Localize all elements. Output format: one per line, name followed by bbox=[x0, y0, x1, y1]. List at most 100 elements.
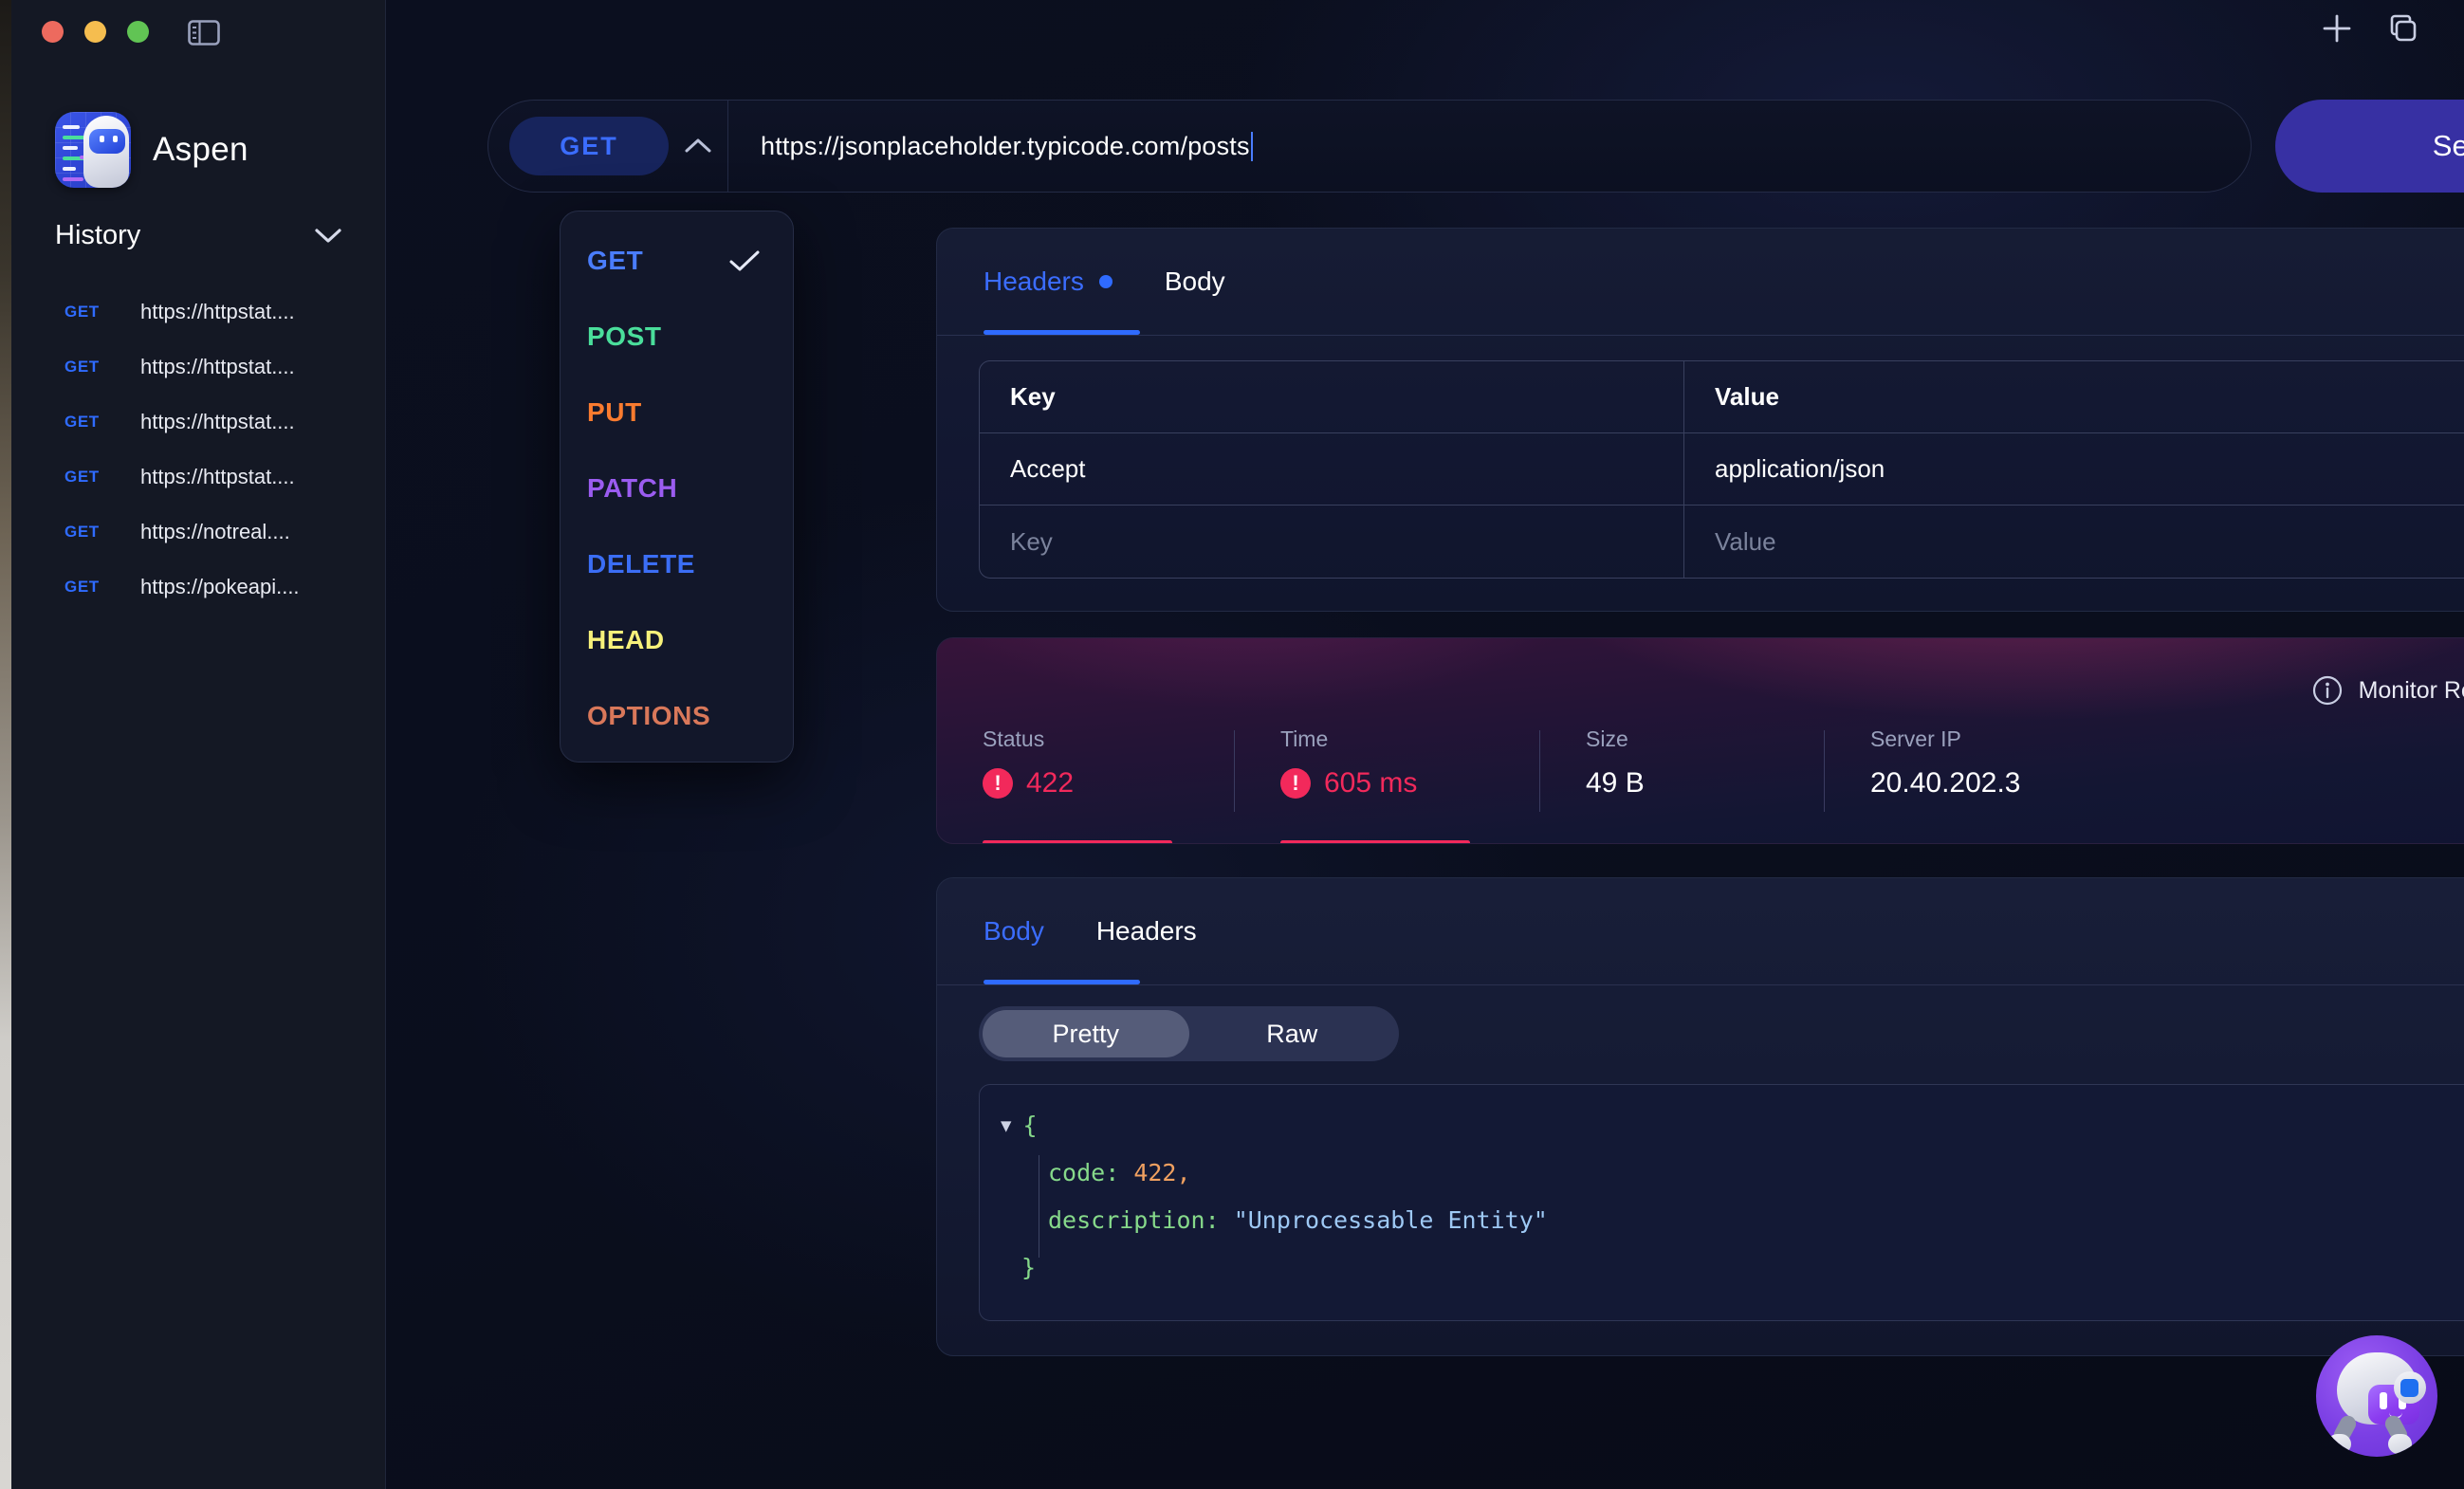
tab-request-body[interactable]: Body bbox=[1165, 229, 1225, 335]
stat-label: Status bbox=[983, 726, 1045, 751]
response-panel: Body Headers Pretty Raw ▼ {code: 422, d… bbox=[936, 877, 2464, 1356]
sidebar: Aspen History GET https://httpstat.... GET… bbox=[11, 0, 386, 1489]
request-panel: Headers Body Key Value Accept applicatio… bbox=[936, 228, 2464, 612]
treblle-link-label: Monitor Request on Treblle › bbox=[2358, 676, 2464, 704]
info-icon bbox=[2312, 675, 2342, 706]
triangle-down-icon[interactable]: ▼ bbox=[1001, 1102, 1011, 1149]
chevron-down-icon[interactable] bbox=[314, 228, 342, 245]
stat-error-bar bbox=[1280, 840, 1470, 843]
history-item[interactable]: GET https://httpstat.... bbox=[11, 450, 386, 505]
code-value: 422, bbox=[1133, 1159, 1191, 1186]
tab-request-headers[interactable]: Headers bbox=[984, 229, 1112, 335]
history-item-url: https://httpstat.... bbox=[140, 410, 295, 433]
stat-value: 49 B bbox=[1586, 767, 1645, 799]
close-window-button[interactable] bbox=[42, 21, 64, 43]
history-item-url: https://httpstat.... bbox=[140, 300, 295, 323]
tab-response-body[interactable]: Body bbox=[984, 878, 1044, 984]
history-item[interactable]: GET https://pokeapi.... bbox=[11, 560, 386, 615]
method-dropdown-menu: GET POST PUT PATCH DELETE HEAD OPTIONS bbox=[560, 211, 794, 763]
app-window: Aspen History GET https://httpstat.... GET… bbox=[11, 0, 2464, 1489]
stat-value: 422 bbox=[1026, 767, 1075, 799]
column-header-key: Key bbox=[980, 361, 1684, 432]
tab-request-headers-label: Headers bbox=[984, 267, 1084, 296]
response-stats: Status! 422 Time ! 605 ms Size 49 B Server IP 20… bbox=[937, 726, 2464, 843]
history-title: History bbox=[55, 220, 141, 250]
new-header-value-input[interactable]: Value bbox=[1684, 506, 2464, 578]
tab-response-headers-label: Headers bbox=[1095, 916, 1197, 946]
table-row[interactable]: Accept application/json bbox=[980, 433, 2464, 506]
history-item[interactable]: GET https://httpstat.... bbox=[11, 395, 386, 450]
stat-value-wrap: ! 422 bbox=[983, 767, 1235, 800]
stat-label: Time bbox=[1280, 726, 1329, 751]
url-input[interactable]: https://jsonplaceholder.typicode.com/pos… bbox=[728, 131, 2251, 161]
code-key: code: bbox=[1048, 1159, 1120, 1186]
history-item-url: https://pokeapi.... bbox=[140, 575, 300, 598]
history-list: GET https://httpstat.... GET https://httpst… bbox=[11, 285, 386, 615]
plus-icon bbox=[2323, 14, 2351, 43]
url-text: https://jsonplaceholder.typicode.com/pos… bbox=[761, 131, 1250, 160]
send-label: Send bbox=[2432, 129, 2464, 162]
history-item[interactable]: GET https://notreal.... bbox=[11, 505, 386, 560]
column-header-value: Value bbox=[1715, 382, 1779, 411]
tab-request-body-label: Body bbox=[1164, 267, 1225, 296]
stat-value-wrap: 49 B bbox=[1586, 767, 1825, 800]
response-toolbar: Pretty Raw bbox=[937, 985, 2464, 1061]
view-mode-pretty[interactable]: Pretty bbox=[983, 1010, 1189, 1057]
code-line-close: } bbox=[1001, 1244, 2464, 1292]
tab-response-headers[interactable]: Headers bbox=[1096, 878, 1197, 984]
method-option-post[interactable]: POST bbox=[561, 299, 793, 375]
stat-server-ip: Server IP 20.40.202.3 bbox=[1825, 726, 2464, 843]
sidebar-toggle-button[interactable] bbox=[176, 15, 231, 49]
history-header[interactable]: History bbox=[55, 220, 342, 251]
method-option-label: HEAD bbox=[587, 625, 665, 654]
monitor-on-treblle-link[interactable]: Monitor Request on Treblle › bbox=[2311, 674, 2464, 707]
active-tab-indicator bbox=[984, 330, 1140, 335]
assistant-button[interactable] bbox=[2316, 1335, 2437, 1457]
method-option-delete[interactable]: DELETE bbox=[561, 526, 793, 602]
history-item[interactable]: GET https://httpstat.... bbox=[11, 285, 386, 340]
app-brand: Aspen bbox=[55, 112, 248, 188]
new-header-key-input[interactable]: Key bbox=[980, 506, 1684, 578]
view-mode-raw[interactable]: Raw bbox=[1189, 1010, 1396, 1057]
table-row[interactable]: Key Value bbox=[980, 506, 2464, 578]
stat-label: Server IP bbox=[1870, 726, 1961, 751]
method-option-patch[interactable]: PATCH bbox=[561, 450, 793, 526]
traffic-lights bbox=[42, 21, 149, 43]
stat-value-wrap: 20.40.202.3 bbox=[1870, 767, 2464, 800]
request-headers-table: Key Value Accept application/json Key Va… bbox=[979, 360, 2464, 579]
method-option-label: PATCH bbox=[587, 473, 678, 503]
response-body-code[interactable]: ▼{ code: 422, description: "Unprocessabl… bbox=[979, 1084, 2464, 1321]
text-cursor bbox=[1250, 131, 1253, 161]
zoom-window-button[interactable] bbox=[127, 21, 149, 43]
history-item-method: GET bbox=[64, 523, 100, 541]
header-key-input[interactable]: Accept bbox=[980, 433, 1684, 505]
checkmark-icon bbox=[729, 250, 760, 271]
method-selector-button[interactable]: GET bbox=[509, 117, 669, 175]
method-option-label: GET bbox=[587, 246, 644, 275]
method-option-label: PUT bbox=[587, 397, 642, 427]
headers-modified-dot-icon bbox=[1098, 275, 1112, 288]
duplicate-window-button[interactable] bbox=[2388, 13, 2418, 48]
stat-size: Size 49 B bbox=[1540, 726, 1825, 843]
method-option-head[interactable]: HEAD bbox=[561, 602, 793, 678]
method-option-put[interactable]: PUT bbox=[561, 375, 793, 450]
code-key: description: bbox=[1048, 1206, 1220, 1234]
method-dropdown-toggle[interactable] bbox=[669, 137, 727, 156]
stat-status: Status! 422 bbox=[937, 726, 1235, 843]
table-header-row: Key Value bbox=[980, 361, 2464, 433]
error-icon: ! bbox=[983, 768, 1013, 799]
header-value-input[interactable]: application/json bbox=[1684, 433, 2464, 505]
request-tabs: Headers Body bbox=[937, 229, 2464, 335]
history-item-method: GET bbox=[64, 578, 100, 596]
method-option-get[interactable]: GET bbox=[561, 223, 793, 299]
stat-value-wrap: ! 605 ms bbox=[1280, 767, 1540, 800]
new-request-button[interactable] bbox=[2321, 12, 2353, 49]
method-option-options[interactable]: OPTIONS bbox=[561, 678, 793, 754]
code-value: "Unprocessable Entity" bbox=[1233, 1206, 1548, 1234]
chevron-up-icon bbox=[685, 138, 711, 153]
history-item[interactable]: GET https://httpstat.... bbox=[11, 340, 386, 395]
stat-time: Time ! 605 ms bbox=[1235, 726, 1540, 843]
minimize-window-button[interactable] bbox=[84, 21, 106, 43]
stat-label: Size bbox=[1586, 726, 1628, 751]
send-button[interactable]: Send bbox=[2275, 100, 2464, 193]
